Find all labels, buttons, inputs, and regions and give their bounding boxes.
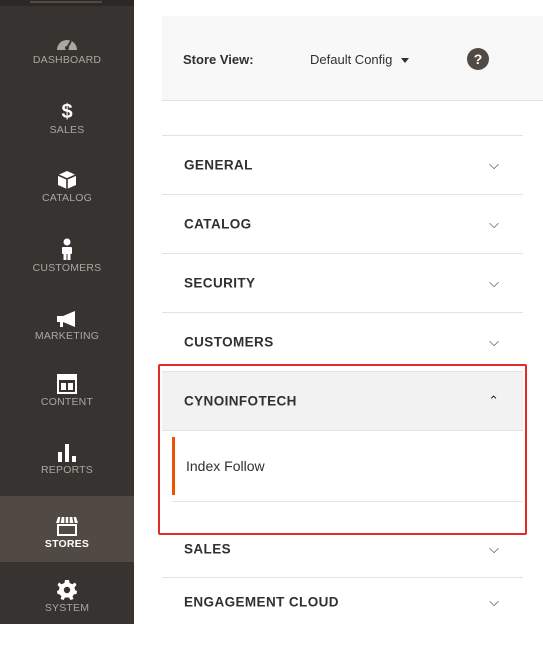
store-view-dropdown[interactable]: Default Config [310, 52, 410, 67]
store-icon [55, 512, 79, 536]
sub-item-index-follow[interactable]: Index Follow [172, 431, 523, 502]
section-sales[interactable]: SALES ⌵ [162, 520, 523, 578]
caret-down-icon [401, 58, 410, 64]
dollar-icon: $ [61, 101, 73, 123]
chevron-down-icon: ⌵ [489, 540, 499, 556]
nav-catalog-label: CATALOG [41, 192, 93, 204]
nav-reports-label: REPORTS [41, 464, 93, 476]
section-title: SECURITY [184, 275, 256, 291]
nav-system[interactable]: SYSTEM [0, 576, 134, 646]
megaphone-icon [55, 304, 79, 328]
store-view-selected: Default Config [310, 52, 393, 67]
nav-customers-label: CUSTOMERS [32, 262, 102, 274]
nav-catalog[interactable]: CATALOG [0, 166, 134, 236]
config-sections: GENERAL ⌵ CATALOG ⌵ SECURITY ⌵ CUSTOMERS… [162, 135, 523, 625]
gear-icon [57, 576, 77, 600]
nav-content[interactable]: CONTENT [0, 370, 134, 440]
nav-marketing-label: MARKETING [34, 330, 100, 342]
chevron-up-icon: ⌃ [488, 393, 499, 408]
chevron-down-icon: ⌵ [489, 334, 499, 349]
store-view-bar: Store View: Default Config ? [162, 16, 543, 101]
chevron-down-icon: ⌵ [489, 275, 499, 290]
chevron-down-icon: ⌵ [489, 593, 499, 609]
section-title: CUSTOMERS [184, 334, 274, 350]
section-cynoinfotech[interactable]: CYNOINFOTECH ⌃ [162, 372, 523, 431]
nav-customers[interactable]: CUSTOMERS [0, 236, 134, 306]
section-title: SALES [184, 541, 232, 556]
person-icon [60, 236, 74, 260]
nav-dashboard[interactable]: DASHBOARD [0, 28, 134, 98]
nav-sales-label: SALES [49, 124, 85, 136]
nav-dashboard-label: DASHBOARD [32, 54, 102, 66]
section-engagement-cloud[interactable]: ENGAGEMENT CLOUD ⌵ [162, 578, 523, 625]
section-title: CYNOINFOTECH [184, 393, 297, 409]
section-title: CATALOG [184, 216, 252, 232]
nav-stores-label: STORES [44, 538, 90, 550]
nav-marketing[interactable]: MARKETING [0, 304, 134, 374]
chevron-down-icon: ⌵ [489, 157, 499, 172]
nav-system-label: SYSTEM [44, 602, 90, 614]
section-title: ENGAGEMENT CLOUD [184, 594, 339, 609]
section-general[interactable]: GENERAL ⌵ [162, 136, 523, 195]
sidebar-top-edge [0, 0, 134, 6]
nav-content-label: CONTENT [40, 396, 94, 408]
section-security[interactable]: SECURITY ⌵ [162, 254, 523, 313]
section-customers[interactable]: CUSTOMERS ⌵ [162, 313, 523, 372]
admin-sidebar: DASHBOARD $ SALES CATALOG CUSTOMERS MARK… [0, 0, 134, 624]
sub-item-label: Index Follow [186, 458, 265, 474]
section-title: GENERAL [184, 157, 253, 173]
nav-stores[interactable]: STORES [0, 496, 134, 562]
store-view-label: Store View: [183, 52, 254, 67]
active-indicator [172, 437, 175, 495]
nav-sales[interactable]: $ SALES [0, 98, 134, 168]
section-catalog[interactable]: CATALOG ⌵ [162, 195, 523, 254]
dashboard-icon [55, 28, 79, 52]
box-icon [57, 166, 77, 190]
layout-icon [57, 370, 77, 394]
bar-chart-icon [56, 438, 78, 462]
chevron-down-icon: ⌵ [489, 216, 499, 231]
help-icon[interactable]: ? [467, 48, 489, 70]
